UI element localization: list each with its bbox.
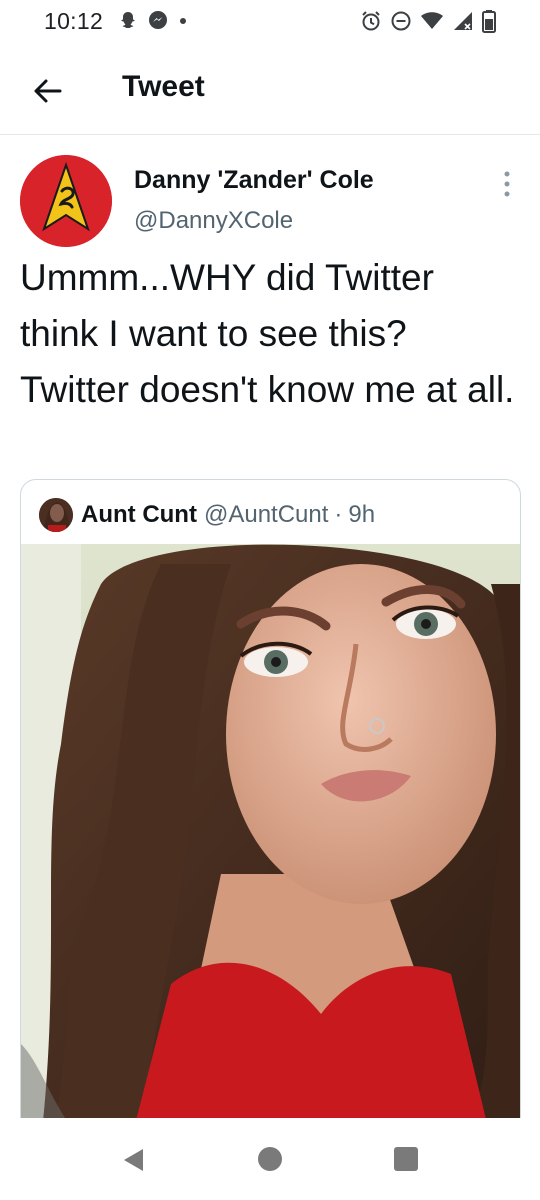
recents-square-icon[interactable] — [394, 1147, 418, 1171]
author-handle[interactable]: @DannyXCole — [134, 207, 293, 235]
quoted-author-handle: @AuntCunt — [203, 501, 329, 528]
author-name[interactable]: Danny 'Zander' Cole — [134, 166, 374, 195]
back-triangle-icon[interactable] — [121, 1147, 145, 1173]
top-app-bar: Tweet — [0, 46, 540, 135]
home-circle-icon[interactable] — [258, 1147, 282, 1171]
status-right-icons — [360, 9, 496, 33]
notification-dot-icon — [180, 18, 186, 24]
starfleet-insignia-icon — [20, 155, 112, 247]
status-time: 10:12 — [44, 8, 104, 34]
do-not-disturb-icon — [391, 11, 411, 31]
wifi-icon — [421, 12, 443, 29]
meta-separator: · — [334, 501, 343, 528]
quoted-author-avatar — [39, 498, 73, 532]
alarm-icon — [362, 11, 380, 31]
quoted-author-name: Aunt Cunt — [81, 501, 197, 528]
battery-icon — [482, 10, 496, 33]
author-avatar[interactable] — [20, 155, 112, 247]
messenger-icon — [149, 11, 167, 29]
status-left-icons — [118, 10, 188, 30]
quoted-timestamp: 9h — [348, 501, 376, 528]
snapchat-icon — [121, 12, 135, 29]
quoted-tweet-header: Aunt Cunt @AuntCunt · 9h — [39, 498, 375, 532]
page-title: Tweet — [122, 70, 205, 103]
status-bar: 10:12 — [0, 0, 540, 46]
signal-icon — [454, 12, 472, 30]
quoted-tweet-card[interactable]: Aunt Cunt @AuntCunt · 9h — [20, 479, 521, 1141]
more-vertical-icon[interactable] — [500, 168, 514, 200]
quoted-tweet-photo[interactable] — [21, 544, 520, 1140]
arrow-left-icon[interactable] — [30, 74, 64, 108]
tweet-text: Ummm...WHY did Twitter think I want to s… — [20, 257, 515, 410]
